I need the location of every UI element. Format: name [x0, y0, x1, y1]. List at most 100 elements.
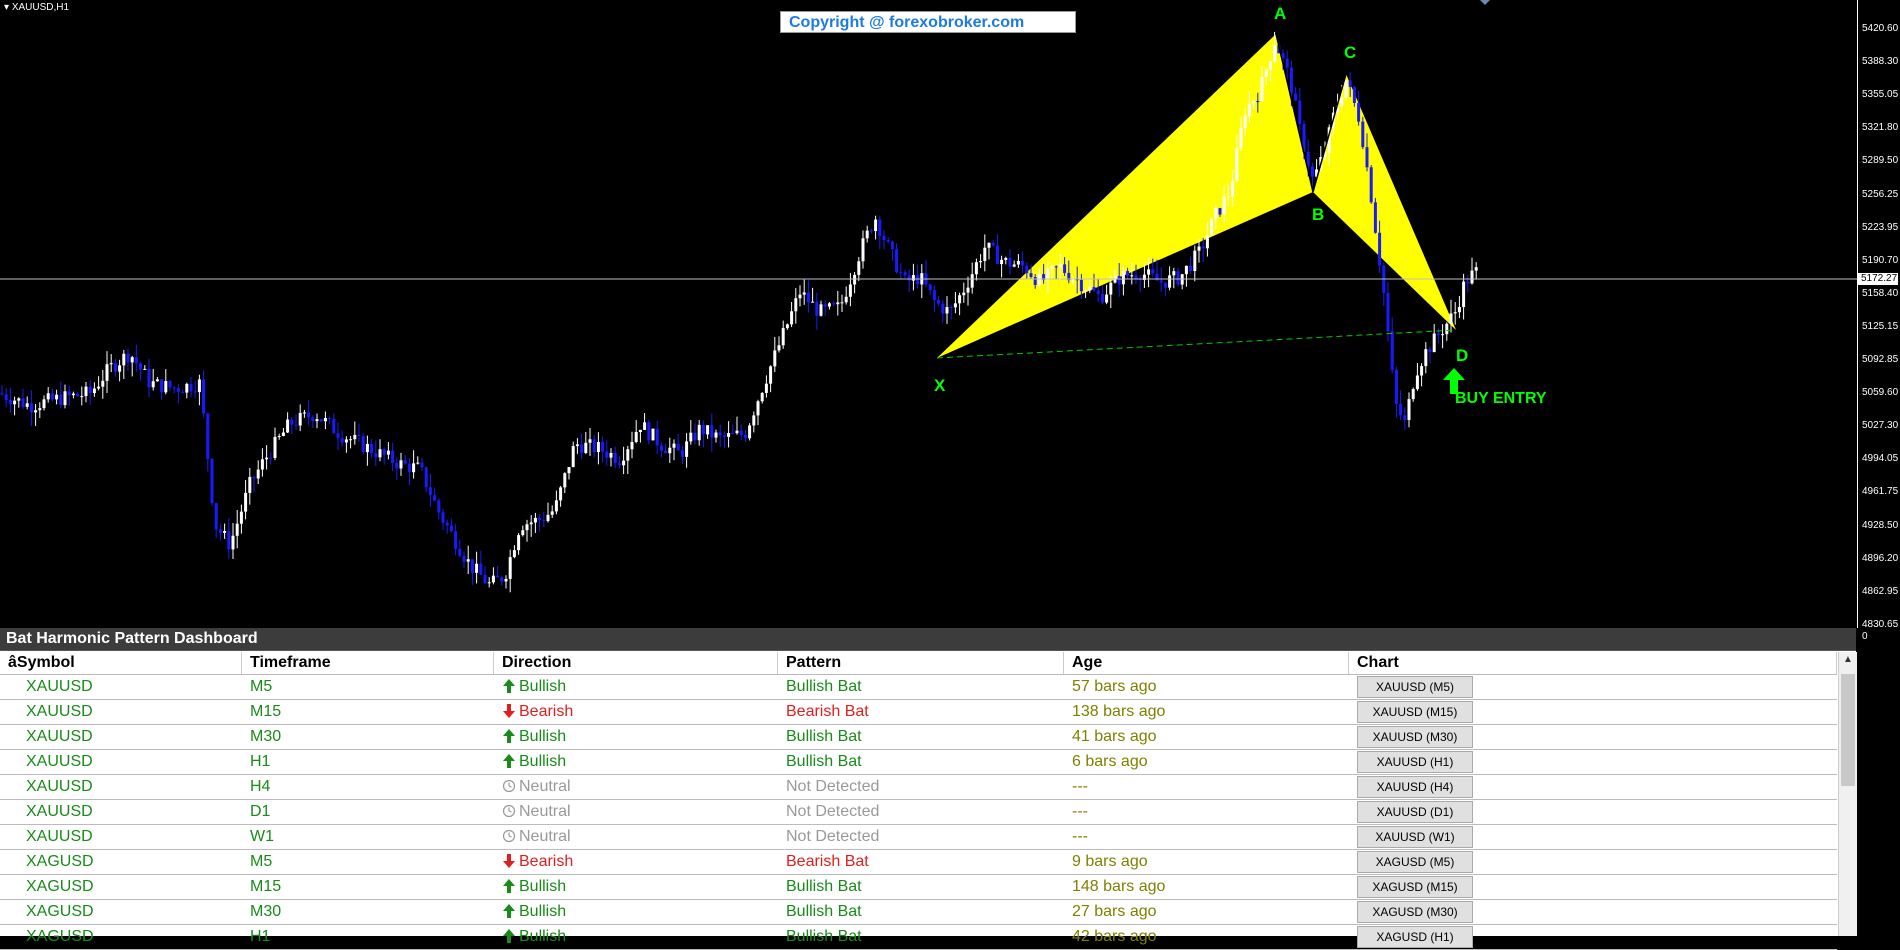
candle-body [706, 425, 710, 435]
open-chart-button[interactable]: XAUUSD (H1) [1357, 751, 1473, 773]
candle-body [819, 304, 823, 316]
row-chart-cell: XAGUSD (M15) [1349, 875, 1837, 899]
column-header-symbol[interactable]: âSymbol [0, 652, 242, 674]
column-header-timeframe[interactable]: Timeframe [242, 652, 494, 674]
scroll-thumb[interactable] [1841, 674, 1855, 786]
candle-body [466, 559, 470, 562]
row-timeframe: W1 [250, 828, 274, 845]
row-chart-cell: XAUUSD (M15) [1349, 700, 1837, 724]
column-header-chart[interactable]: Chart [1349, 652, 1837, 674]
candle-body [1252, 101, 1256, 104]
row-symbol: XAGUSD [26, 878, 94, 895]
candle-body [1365, 147, 1369, 168]
candle-body [634, 431, 638, 442]
vertical-scrollbar[interactable]: ▲ [1838, 652, 1857, 936]
open-chart-button[interactable]: XAUUSD (D1) [1357, 801, 1473, 823]
candle-body [25, 403, 29, 407]
candle-body [80, 396, 84, 398]
candle-body [588, 439, 592, 443]
candle-body [580, 444, 584, 453]
candle-body [155, 379, 159, 382]
candle-body [4, 394, 8, 400]
candle-body [865, 230, 869, 239]
candle-body [903, 272, 907, 276]
table-row: XAUUSD D1 Neutral Not Detected --- XAUUSD (D1… [0, 800, 1837, 825]
table-row: XAGUSD M30 Bullish Bullish Bat 27 bars ago XA… [0, 900, 1837, 925]
candle-body [680, 450, 684, 457]
candle-body [739, 430, 743, 435]
table-row: XAUUSD H4 Neutral Not Detected --- XAUUSD (H4… [0, 775, 1837, 800]
price-chart[interactable]: ▾ XAUUSD,H1 Copyright @ forexobroker.com… [0, 0, 1900, 642]
row-direction: Bullish [494, 675, 778, 699]
candle-body [1000, 259, 1004, 265]
candle-body [1466, 281, 1470, 284]
candle-body [584, 442, 588, 453]
candle-body [1109, 282, 1113, 295]
open-chart-button[interactable]: XAGUSD (H1) [1357, 926, 1473, 948]
candle-body [550, 511, 554, 515]
row-symbol: XAUUSD [26, 828, 93, 845]
candle-body [416, 462, 420, 464]
candle-body [462, 555, 466, 562]
column-header-age[interactable]: Age [1064, 652, 1349, 674]
open-chart-button[interactable]: XAGUSD (M5) [1357, 851, 1473, 873]
candle-body [655, 428, 659, 446]
open-chart-button[interactable]: XAGUSD (M30) [1357, 901, 1473, 923]
candle-body [533, 517, 537, 523]
candle-body [890, 241, 894, 250]
candle-body [1436, 333, 1440, 336]
candle-body [227, 530, 231, 550]
open-chart-button[interactable]: XAUUSD (M15) [1357, 701, 1473, 723]
row-timeframe: H1 [250, 753, 271, 770]
candle-body [1310, 166, 1314, 177]
candle-body [1079, 279, 1083, 292]
pattern-point-c: C [1344, 43, 1357, 62]
candlestick-chart[interactable] [0, 0, 1900, 628]
candle-body [974, 262, 978, 275]
candle-body [1058, 264, 1062, 268]
candle-body [1092, 287, 1096, 291]
candle-body [160, 379, 164, 393]
buy-entry-label: BUY ENTRY [1455, 390, 1547, 407]
candle-body [1264, 69, 1268, 77]
candle-body [487, 582, 491, 584]
row-pattern: Bullish Bat [786, 753, 862, 770]
candle-body [1214, 208, 1218, 219]
column-header-direction[interactable]: Direction [494, 652, 778, 674]
candle-body [294, 424, 298, 426]
candle-body [1415, 375, 1419, 390]
candle-body [895, 249, 899, 273]
candle-body [134, 357, 138, 364]
candle-body [1453, 312, 1457, 314]
candle-body [1046, 268, 1050, 280]
candle-body [752, 415, 756, 426]
candle-body [328, 418, 332, 420]
chart-symbol-title: ▾ XAUUSD,H1 [4, 2, 69, 13]
candle-body [1243, 115, 1247, 129]
row-direction-label: Bullish [519, 678, 567, 695]
candle-body [1457, 306, 1461, 313]
table-row: XAGUSD M5 Bearish Bearish Bat 9 bars ago XAGU… [0, 850, 1837, 875]
row-age: 41 bars ago [1072, 728, 1157, 745]
candle-body [575, 444, 579, 447]
candle-body [1189, 265, 1193, 272]
scroll-up-icon[interactable]: ▲ [1839, 652, 1857, 668]
candle-body [1197, 246, 1201, 251]
candle-body [1100, 293, 1104, 303]
candle-body [727, 432, 731, 437]
candle-body [517, 535, 521, 551]
row-pattern: Bearish Bat [786, 853, 869, 870]
candle-body [122, 353, 126, 366]
candle-body [748, 425, 752, 439]
dropdown-triangle-icon[interactable]: ▾ [4, 2, 9, 13]
open-chart-button[interactable]: XAUUSD (H4) [1357, 776, 1473, 798]
open-chart-button[interactable]: XAUUSD (M30) [1357, 726, 1473, 748]
row-timeframe: M5 [250, 678, 273, 695]
row-direction-label: Neutral [519, 828, 571, 845]
arrow-up-icon [503, 878, 515, 893]
column-header-pattern[interactable]: Pattern [778, 652, 1064, 674]
row-chart-cell: XAUUSD (W1) [1349, 825, 1837, 849]
open-chart-button[interactable]: XAUUSD (W1) [1357, 826, 1473, 848]
open-chart-button[interactable]: XAUUSD (M5) [1357, 676, 1473, 698]
open-chart-button[interactable]: XAGUSD (M15) [1357, 876, 1473, 898]
